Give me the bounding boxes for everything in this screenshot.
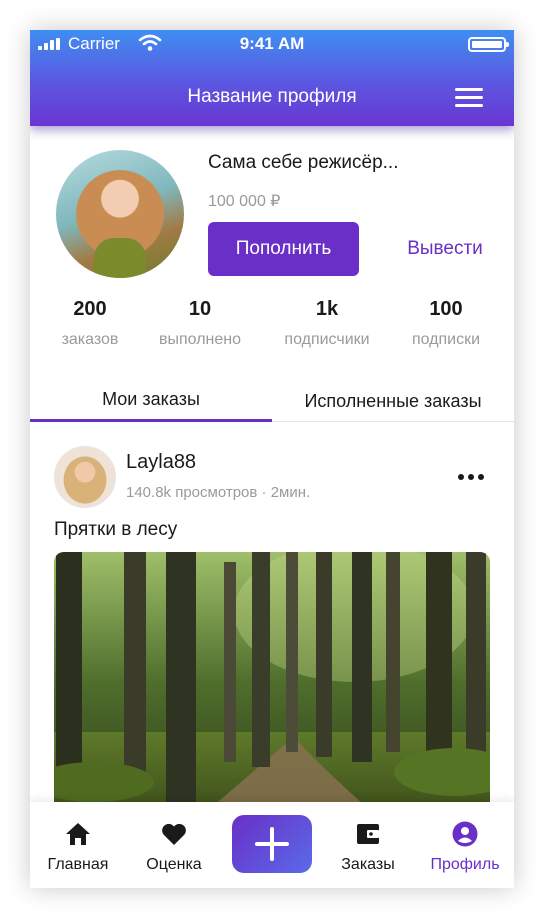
nav-rating[interactable]: Оценка	[126, 802, 222, 888]
topup-button[interactable]: Пополнить	[208, 222, 359, 276]
post-author-avatar[interactable]	[54, 446, 116, 508]
nav-home[interactable]: Главная	[30, 802, 126, 888]
profile-avatar[interactable]	[56, 150, 184, 278]
nav-profile[interactable]: Профиль	[417, 802, 513, 888]
stat-completed: 10 выполнено	[140, 298, 260, 349]
tab-my-orders[interactable]: Мои заказы	[30, 380, 272, 422]
profile-name: Сама себе режисёр...	[208, 152, 399, 173]
nav-label: Заказы	[341, 856, 395, 873]
profile-stats: 200 заказов 10 выполнено 1k подписчики 1…	[30, 298, 514, 354]
wallet-icon	[357, 824, 379, 844]
stat-label: подписки	[411, 331, 481, 348]
profile-balance: 100 000 ₽	[208, 193, 281, 210]
user-circle-icon	[452, 821, 478, 847]
post-title: Прятки в лесу	[54, 519, 178, 540]
stat-label: выполнено	[158, 331, 241, 348]
bottom-navigation: Главная Оценка Заказы Профиль	[30, 802, 514, 888]
page-title: Название профиля	[187, 86, 357, 107]
stat-value: 10	[188, 298, 212, 320]
phone-screen: Carrier 9:41 AM Название профиля Сама се…	[30, 30, 514, 888]
nav-orders[interactable]: Заказы	[320, 802, 416, 888]
heart-icon	[162, 823, 186, 845]
post-image-forest[interactable]	[54, 552, 490, 814]
nav-label: Главная	[47, 856, 109, 873]
stat-value: 1k	[315, 298, 339, 320]
stat-label: подписчики	[284, 331, 370, 348]
post-username[interactable]: Layla88	[126, 451, 196, 474]
stat-following: 100 подписки	[386, 298, 506, 349]
withdraw-button[interactable]: Вывести	[390, 222, 500, 276]
stat-value: 200	[73, 298, 107, 320]
more-options-icon[interactable]	[458, 474, 484, 482]
status-time: 9:41 AM	[239, 34, 305, 53]
hamburger-menu-icon[interactable]	[455, 86, 485, 108]
stat-followers: 1k подписчики	[267, 298, 387, 349]
nav-label: Оценка	[146, 856, 202, 873]
stat-orders: 200 заказов	[30, 298, 150, 349]
nav-label: Профиль	[430, 856, 500, 873]
app-header: Carrier 9:41 AM Название профиля	[30, 30, 514, 126]
tab-completed-orders[interactable]: Исполненные заказы	[272, 380, 514, 422]
post-meta: 140.8k просмотров · 2мин.	[126, 484, 311, 501]
stat-label: заказов	[61, 331, 119, 348]
home-icon	[66, 823, 90, 845]
add-order-button[interactable]	[232, 815, 312, 873]
stat-value: 100	[429, 298, 463, 320]
battery-icon	[468, 37, 509, 52]
orders-tabs: Мои заказы Исполненные заказы	[30, 380, 514, 422]
status-bar: Carrier 9:41 AM	[30, 30, 514, 58]
